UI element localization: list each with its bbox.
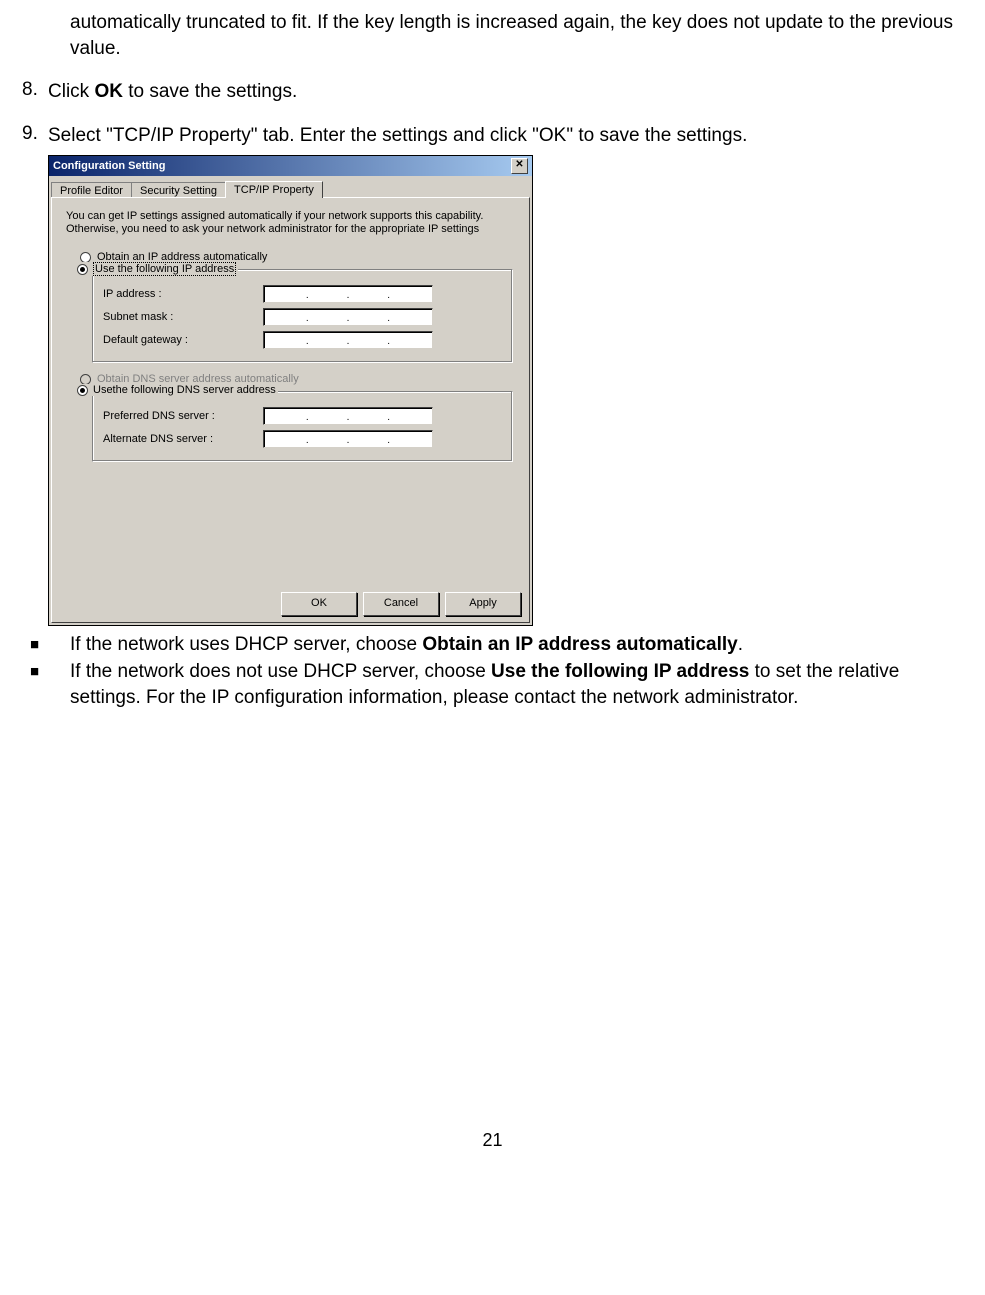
bullet-2-text: If the network does not use DHCP server,… xyxy=(70,659,975,710)
label-default-gateway: Default gateway : xyxy=(103,334,263,346)
input-ip-address[interactable]: ... xyxy=(263,285,433,303)
input-preferred-dns[interactable]: ... xyxy=(263,407,433,425)
body-continuation: automatically truncated to fit. If the k… xyxy=(70,10,975,61)
step8-bold: OK xyxy=(94,81,123,102)
input-subnet-mask[interactable]: ... xyxy=(263,308,433,326)
dialog-body: You can get IP settings assigned automat… xyxy=(51,197,530,623)
intro-text: You can get IP settings assigned automat… xyxy=(66,210,519,238)
input-alternate-dns[interactable]: ... xyxy=(263,430,433,448)
dialog-title: Configuration Setting xyxy=(53,160,165,172)
b1-post: . xyxy=(738,634,743,655)
label-ip-address: IP address : xyxy=(103,288,263,300)
b2-pre: If the network does not use DHCP server,… xyxy=(70,661,491,682)
radio-icon[interactable] xyxy=(77,264,88,275)
step8-post: to save the settings. xyxy=(123,81,297,102)
bullet-1-text: If the network uses DHCP server, choose … xyxy=(70,632,975,658)
group-static-dns: Usethe following DNS server address Pref… xyxy=(92,391,513,462)
step-9-text: Select "TCP/IP Property" tab. Enter the … xyxy=(48,123,975,149)
b1-bold: Obtain an IP address automatically xyxy=(422,634,737,655)
config-dialog: Configuration Setting ✕ Profile Editor S… xyxy=(48,155,533,626)
b1-pre: If the network uses DHCP server, choose xyxy=(70,634,422,655)
label-preferred-dns: Preferred DNS server : xyxy=(103,410,263,422)
radio-use-following-dns[interactable]: Usethe following DNS server address xyxy=(93,384,276,396)
page-number: 21 xyxy=(10,1130,975,1151)
bullet-icon: ■ xyxy=(30,659,70,710)
step-8-text: Click OK to save the settings. xyxy=(48,79,975,105)
step8-pre: Click xyxy=(48,81,94,102)
radio-use-following-ip[interactable]: Use the following IP address xyxy=(93,262,236,276)
dialog-tabs: Profile Editor Security Setting TCP/IP P… xyxy=(49,176,532,197)
ok-button[interactable]: OK xyxy=(281,592,357,616)
label-alternate-dns: Alternate DNS server : xyxy=(103,433,263,445)
radio-icon xyxy=(80,252,91,263)
bullet-icon: ■ xyxy=(30,632,70,658)
close-icon[interactable]: ✕ xyxy=(511,158,528,174)
tab-tcpip-property[interactable]: TCP/IP Property xyxy=(225,181,323,198)
label-subnet-mask: Subnet mask : xyxy=(103,311,263,323)
input-default-gateway[interactable]: ... xyxy=(263,331,433,349)
cancel-button[interactable]: Cancel xyxy=(363,592,439,616)
step-number-9: 9. xyxy=(22,123,48,149)
radio-icon[interactable] xyxy=(77,385,88,396)
b2-bold: Use the following IP address xyxy=(491,661,749,682)
apply-button[interactable]: Apply xyxy=(445,592,521,616)
step-number-8: 8. xyxy=(22,79,48,105)
dialog-titlebar: Configuration Setting ✕ xyxy=(49,156,532,176)
group-static-ip: Use the following IP address IP address … xyxy=(92,269,513,363)
radio-icon xyxy=(80,374,91,385)
